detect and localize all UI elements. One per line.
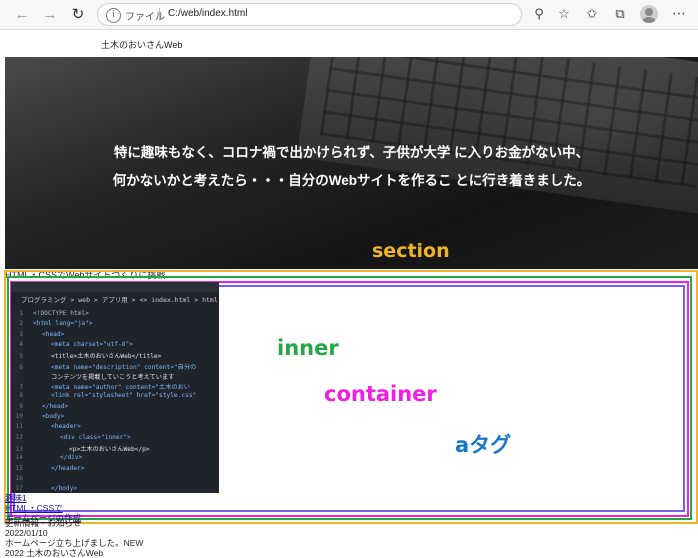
- url-text[interactable]: C:/web/index.html: [168, 8, 247, 19]
- more-menu-icon[interactable]: ⋯: [672, 5, 686, 22]
- favorite-add-icon[interactable]: ☆: [556, 6, 572, 22]
- line-number: 14: [15, 454, 23, 462]
- code-line: 10 <body>: [11, 413, 65, 420]
- code-line: 13 <p>土木のおいさんWeb</p>: [11, 444, 150, 453]
- code-line: 15 </header>: [11, 465, 85, 472]
- news-date: 2022/01/10: [5, 528, 48, 538]
- address-bar[interactable]: i ファイル C:/web/index.html: [97, 3, 522, 26]
- code-line: 11 <header>: [11, 423, 81, 430]
- code-text: </div>: [60, 454, 83, 462]
- line-number: 1: [19, 310, 23, 317]
- code-text: <meta charset="utf-8">: [51, 340, 133, 348]
- code-line: コンテンツを掲載していこうと考えています: [11, 372, 174, 381]
- a-tag-annotation: aタグ: [455, 433, 512, 457]
- line-number: 2: [19, 320, 23, 328]
- code-breadcrumb: プログラミング > web > アプリ用 > <> index.html > h…: [21, 296, 219, 304]
- code-line: 6 <meta name="description" content="自分の: [11, 362, 196, 371]
- back-button[interactable]: ←: [12, 5, 32, 25]
- code-text: <html lang="ja">: [33, 320, 93, 328]
- code-text: <title>土木のおいさんWeb</title>: [51, 353, 162, 361]
- code-text: <meta name="description" content="自分の: [51, 363, 197, 371]
- line-number: 12: [15, 433, 23, 441]
- news-footer: 更新情報・お知らせ 2022/01/10 ホームページ立ち上げました。NEW 2…: [5, 518, 143, 558]
- inner-annotation: inner: [277, 336, 339, 360]
- line-number: 17: [15, 485, 23, 493]
- hero-text-line2: 何かないかと考えたら・・・自分のWebサイトを作るこ とに行き着きました。: [112, 173, 591, 188]
- news-item: ホームページ立ち上げました。NEW: [5, 538, 144, 548]
- line-number: 5: [19, 353, 23, 361]
- line-number: 4: [19, 340, 23, 348]
- section-annotation: section: [372, 240, 450, 262]
- reload-button[interactable]: ↻: [68, 5, 88, 25]
- code-line: 9 </head>: [11, 403, 68, 410]
- code-text: <div class="inner">: [60, 433, 131, 441]
- link-hobby[interactable]: 趣味1: [5, 493, 81, 503]
- code-line: 14 </div>: [11, 454, 83, 462]
- line-number: 15: [15, 464, 23, 472]
- link-html-css[interactable]: HTML・CSSで: [5, 503, 81, 513]
- line-number: 10: [15, 413, 23, 420]
- code-line: 5 <title>土木のおいさんWeb</title>: [11, 351, 161, 360]
- code-line: 16: [11, 475, 51, 482]
- site-header: 土木のおいさんWeb: [0, 30, 698, 57]
- container-annotation: container: [324, 382, 437, 406]
- info-icon[interactable]: i: [106, 8, 121, 23]
- code-screenshot[interactable]: プログラミング > web > アプリ用 > <> index.html > h…: [11, 282, 219, 493]
- hero-section: 特に趣味もなく、コロナ禍で出かけられず、子供が大学 に入りお金がない中、 何かな…: [5, 57, 698, 269]
- code-text: <p>土木のおいさんWeb</p>: [69, 445, 150, 453]
- forward-button[interactable]: →: [40, 5, 60, 25]
- zoom-icon[interactable]: ⚲: [531, 6, 547, 22]
- line-number: 11: [15, 423, 23, 431]
- code-text: <!DOCTYPE html>: [33, 310, 89, 317]
- hero-text-line1: 特に趣味もなく、コロナ禍で出かけられず、子供が大学 に入りお金がない中、: [113, 145, 590, 160]
- news-heading: 更新情報・お知らせ: [5, 518, 82, 528]
- code-text: <body>: [42, 413, 65, 420]
- code-line: 8 <link rel="stylesheet" href="style.css": [11, 392, 196, 399]
- line-number: 8: [19, 392, 23, 400]
- code-text: </head>: [42, 402, 69, 410]
- line-number: 7: [19, 384, 23, 392]
- profile-avatar[interactable]: [640, 5, 658, 23]
- code-line: 2 <html lang="ja">: [11, 320, 93, 328]
- line-number: 3: [19, 330, 23, 338]
- code-line: 4 <meta charset="utf-8">: [11, 341, 133, 348]
- code-line: 7 <meta name="author" content="土木のおい: [11, 382, 190, 391]
- code-line: 1 <!DOCTYPE html>: [11, 310, 89, 317]
- browser-toolbar: ← → ↻ i ファイル C:/web/index.html ⚲ ☆ ✩ ⧉ ⋯: [0, 0, 698, 30]
- line-number: 16: [15, 474, 23, 482]
- code-text: <link rel="stylesheet" href="style.css": [51, 392, 197, 400]
- code-text: <meta name="author" content="土木のおい: [51, 384, 190, 392]
- line-number: 13: [15, 445, 23, 453]
- line-number: 9: [19, 402, 23, 410]
- line-number: 6: [19, 363, 23, 371]
- code-text: コンテンツを掲載していこうと考えています: [51, 373, 175, 381]
- laptop-photo: [296, 57, 698, 216]
- code-line: 17 </body>: [11, 485, 78, 493]
- favorites-icon[interactable]: ✩: [584, 6, 600, 22]
- code-text: </body>: [51, 485, 78, 493]
- code-text: <head>: [42, 330, 65, 338]
- site-logo[interactable]: 土木のおいさんWeb: [101, 38, 182, 51]
- collections-icon[interactable]: ⧉: [612, 6, 628, 22]
- code-text: <header>: [51, 423, 81, 431]
- code-line: 3 <head>: [11, 331, 64, 338]
- address-divider: [159, 8, 160, 21]
- code-text: </header>: [51, 464, 85, 472]
- code-line: 12 <div class="inner">: [11, 434, 131, 441]
